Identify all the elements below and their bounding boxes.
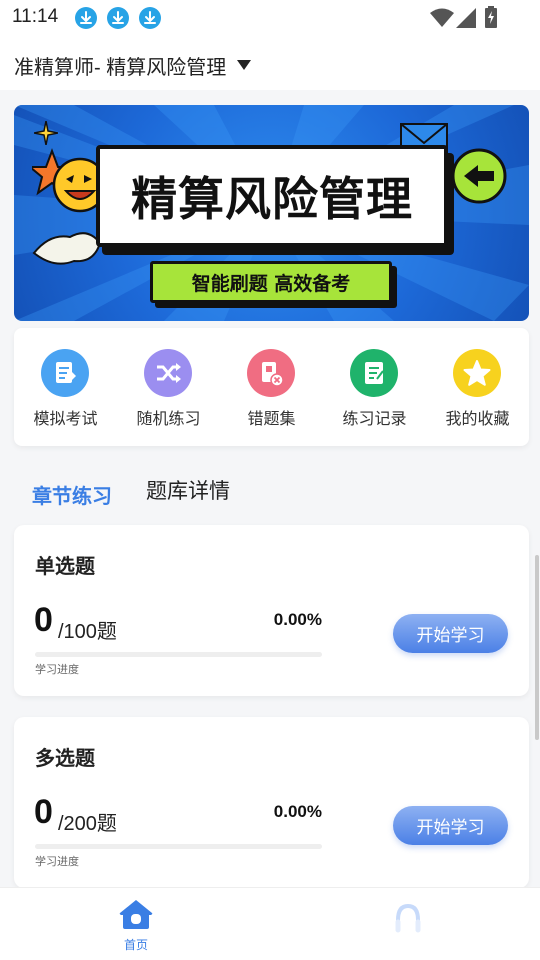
progress-percent: 0.00%	[273, 802, 322, 821]
tab-question-bank-details[interactable]: 题库详情	[146, 475, 230, 505]
profile-icon	[395, 903, 421, 933]
scrollbar[interactable]	[535, 555, 539, 740]
caret-down-icon[interactable]	[236, 56, 252, 75]
nav-profile[interactable]	[380, 888, 440, 960]
battery-icon	[485, 6, 497, 32]
nav-home[interactable]: 首页	[105, 888, 167, 960]
shortcut-wrong-questions[interactable]: 错题集	[220, 328, 323, 446]
shortcut-mock-exam[interactable]: 模拟考试	[14, 328, 117, 446]
progress-percent: 0.00%	[273, 610, 322, 629]
nav-home-label: 首页	[123, 938, 148, 952]
practice-card-single-choice: 单选题 0 /100题 0.00% 学习进度 开始学习	[14, 525, 529, 696]
done-count: 0	[34, 601, 53, 639]
shortcut-card: 模拟考试 随机练习 错题集 练习记录 我的收藏	[14, 328, 529, 446]
home-icon	[119, 900, 153, 929]
download-icon	[107, 7, 129, 29]
promo-banner[interactable]: 精算风险管理 智能刷题 高效备考	[14, 105, 529, 321]
shortcut-label: 练习记录	[342, 409, 407, 428]
shortcut-label: 随机练习	[136, 409, 201, 428]
shortcut-label: 我的收藏	[445, 409, 510, 428]
bottom-nav: 首页	[0, 887, 540, 960]
status-bar: 11:14	[0, 0, 540, 36]
progress-bar	[35, 844, 322, 849]
exam-selector-title[interactable]: 准精算师- 精算风险管理	[14, 51, 226, 80]
practice-card-multiple-choice: 多选题 0 /200题 0.00% 学习进度 开始学习	[14, 717, 529, 888]
tab-chapter-practice[interactable]: 章节练习	[32, 480, 112, 509]
done-count: 0	[34, 793, 53, 831]
total-count: /100题	[58, 621, 117, 643]
wifi-icon	[430, 8, 454, 32]
shortcut-my-favorites[interactable]: 我的收藏	[426, 328, 529, 446]
signal-icon	[456, 8, 476, 32]
download-icon	[139, 7, 161, 29]
banner-board: 精算风险管理	[96, 145, 448, 247]
progress-caption: 学习进度	[35, 663, 79, 676]
paper-icon	[32, 232, 102, 265]
sparkle-icon	[34, 121, 58, 145]
start-learning-button[interactable]: 开始学习	[393, 614, 508, 653]
shortcut-label: 错题集	[247, 409, 296, 428]
progress-caption: 学习进度	[35, 855, 79, 868]
wrong-questions-icon	[247, 349, 295, 397]
total-count: /200题	[58, 813, 117, 835]
star-icon	[453, 349, 501, 397]
exam-icon	[41, 349, 89, 397]
record-icon	[350, 349, 398, 397]
start-learning-button[interactable]: 开始学习	[393, 806, 508, 845]
progress-bar	[35, 652, 322, 657]
shortcut-label: 模拟考试	[33, 409, 98, 428]
banner-slogan: 智能刷题 高效备考	[150, 261, 392, 303]
arrow-left-icon	[451, 148, 507, 204]
status-time: 11:14	[12, 6, 59, 27]
shortcut-practice-record[interactable]: 练习记录	[323, 328, 426, 446]
app-header: 准精算师- 精算风险管理	[0, 36, 540, 90]
card-title: 单选题	[35, 554, 95, 578]
banner-title: 精算风险管理	[131, 172, 413, 226]
shuffle-icon	[144, 349, 192, 397]
card-title: 多选题	[35, 746, 95, 770]
download-icon	[75, 7, 97, 29]
shortcut-random-practice[interactable]: 随机练习	[117, 328, 220, 446]
